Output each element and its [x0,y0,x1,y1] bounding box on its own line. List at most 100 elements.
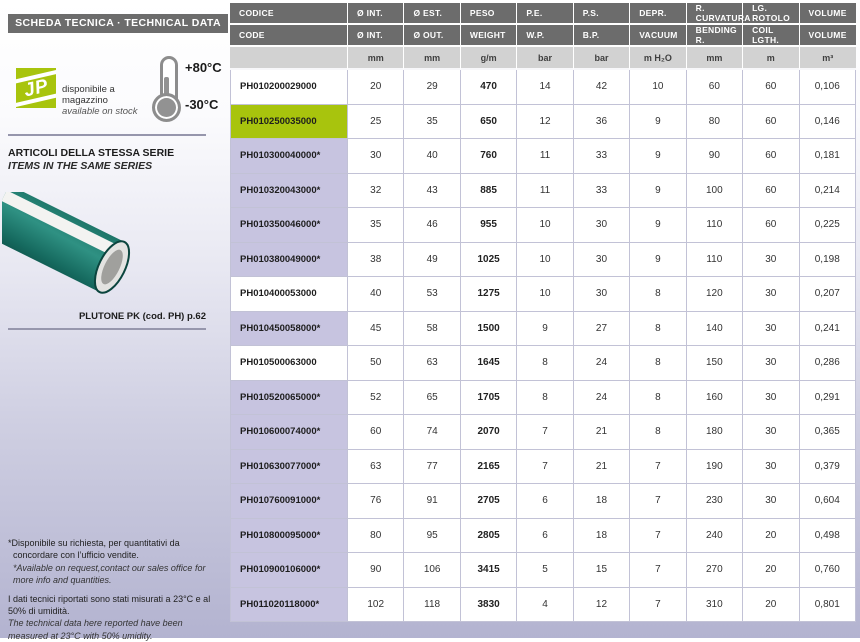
catalog-page: SCHEDA TECNICA · TECHNICAL DATA JP dispo… [0,0,860,638]
cell-value: 230 [687,484,743,519]
cell-value: 650 [461,105,517,140]
cell-value: 27 [574,312,630,347]
cell-value: 30 [743,312,799,347]
table-row: PH010760091000*769127056187230300,604 [230,484,856,519]
col-unit: bar [574,47,630,70]
col-header-en: Ø OUT. [404,25,460,47]
cell-value: 1645 [461,346,517,381]
temp-min-label: -30°C [185,97,218,112]
table-row: PH010300040000*30407601133990600,181 [230,139,856,174]
cell-value: 0,146 [800,105,857,140]
table-header: CODICEØ INT.Ø EST.PESOP.E.P.S.DEPR.R. CU… [230,3,856,70]
cell-value: 60 [743,70,799,105]
cell-value: 150 [687,346,743,381]
cell-code: PH010320043000* [230,174,348,209]
cell-value: 24 [574,381,630,416]
units-row: mmmmg/mbarbarm H₂Ommmm³ [230,47,856,70]
table-body: PH010200029000202947014421060600,106PH01… [230,70,856,622]
cell-value: 110 [687,243,743,278]
cell-value: 32 [348,174,404,209]
cell-value: 9 [630,208,686,243]
cell-value: 80 [348,519,404,554]
cell-value: 58 [404,312,460,347]
col-header-en: COIL LGTH. [743,25,799,47]
footnotes: *Disponibile su richiesta, per quantitat… [8,537,224,642]
cell-value: 10 [517,208,573,243]
cell-value: 30 [743,381,799,416]
cell-value: 8 [630,312,686,347]
cell-value: 15 [574,553,630,588]
col-header-it: R. CURVATURA [687,3,743,25]
table-row: PH01025003500025356501236980600,146 [230,105,856,140]
col-header-it: Ø INT. [348,3,404,25]
cell-value: 9 [630,243,686,278]
cell-value: 160 [687,381,743,416]
cell-value: 0,241 [800,312,857,347]
cell-value: 30 [743,346,799,381]
cell-value: 7 [517,450,573,485]
table-row: PH010600074000*607420707218180300,365 [230,415,856,450]
cell-value: 6 [517,519,573,554]
hose-image [2,192,154,314]
table-row: PH010800095000*809528056187240200,498 [230,519,856,554]
cell-value: 0,291 [800,381,857,416]
cell-value: 18 [574,484,630,519]
col-header-it: LG. ROTOLO [743,3,799,25]
cell-value: 0,225 [800,208,857,243]
cell-value: 60 [743,139,799,174]
cell-code: PH011020118000* [230,588,348,623]
cell-value: 52 [348,381,404,416]
cell-value: 10 [517,277,573,312]
cell-value: 14 [517,70,573,105]
cell-value: 60 [743,208,799,243]
cell-value: 7 [630,588,686,623]
cell-value: 60 [743,174,799,209]
availability-text: disponibile a magazzino available on sto… [62,84,162,117]
cell-value: 6 [517,484,573,519]
cell-value: 0,214 [800,174,857,209]
cell-code: PH010300040000* [230,139,348,174]
cell-value: 91 [404,484,460,519]
cell-value: 21 [574,450,630,485]
cell-value: 240 [687,519,743,554]
cell-code: PH010600074000* [230,415,348,450]
col-header-it: Ø EST. [404,3,460,25]
header-row: CODICEØ INT.Ø EST.PESOP.E.P.S.DEPR.R. CU… [230,3,856,25]
cell-value: 20 [743,519,799,554]
temp-max-label: +80°C [185,60,222,75]
cell-value: 30 [348,139,404,174]
cell-value: 9 [517,312,573,347]
table-row: PH010350046000*354695510309110600,225 [230,208,856,243]
cell-value: 30 [574,243,630,278]
table-row: PH010380049000*3849102510309110300,198 [230,243,856,278]
cell-value: 90 [348,553,404,588]
cell-value: 45 [348,312,404,347]
cell-value: 0,207 [800,277,857,312]
cell-value: 190 [687,450,743,485]
cell-value: 12 [517,105,573,140]
cell-value: 11 [517,174,573,209]
cell-value: 60 [687,70,743,105]
cell-value: 21 [574,415,630,450]
cell-value: 95 [404,519,460,554]
col-unit: mm [348,47,404,70]
cell-value: 120 [687,277,743,312]
col-unit: mm [404,47,460,70]
col-header-en: Ø INT. [348,25,404,47]
cell-value: 12 [574,588,630,623]
cell-value: 30 [743,243,799,278]
col-header-it: P.E. [517,3,573,25]
section-header-bar: SCHEDA TECNICA · TECHNICAL DATA [8,14,228,33]
table-row: PH010500063000506316458248150300,286 [230,346,856,381]
table-row: PH010900106000*9010634155157270200,760 [230,553,856,588]
cell-value: 118 [404,588,460,623]
cell-code: PH010760091000* [230,484,348,519]
cell-value: 5 [517,553,573,588]
divider-line [8,134,206,136]
series-item-label: PLUTONE PK (cod. PH) p.62 [8,311,206,322]
cell-value: 7 [630,519,686,554]
cell-value: 43 [404,174,460,209]
cell-value: 36 [574,105,630,140]
col-header-en: BENDING R. [687,25,743,47]
footnote-availability-en: *Available on request,contact our sales … [8,562,224,587]
